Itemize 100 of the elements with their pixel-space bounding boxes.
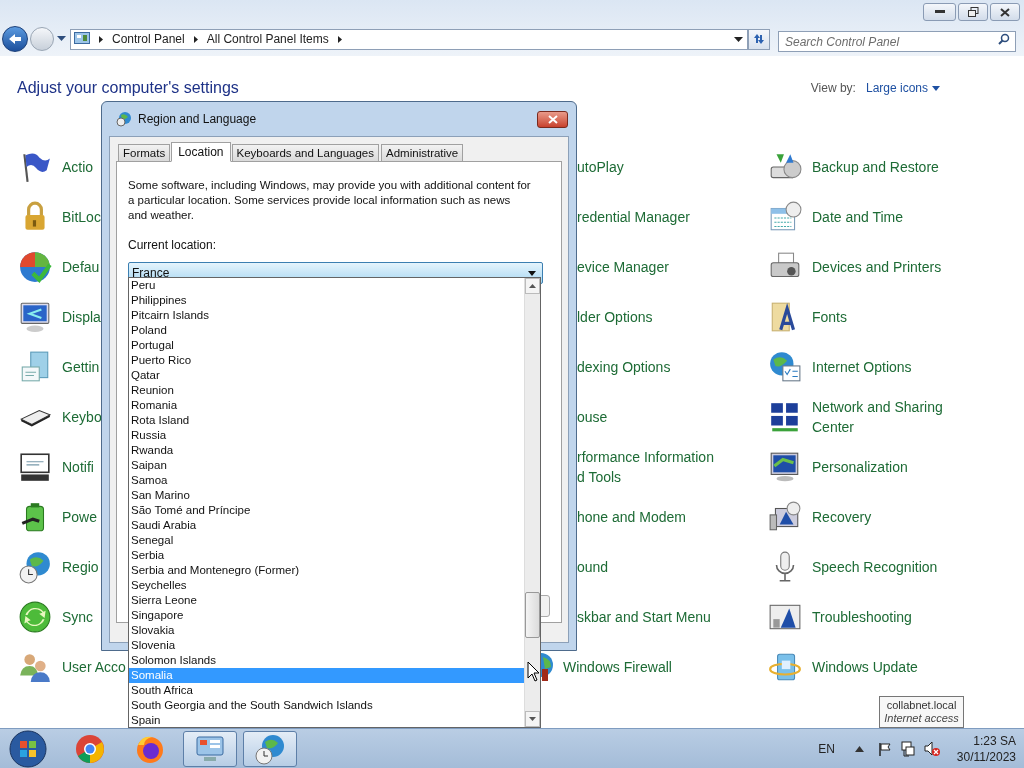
control-panel-link[interactable]: Windows Firewall	[563, 657, 672, 677]
location-option[interactable]: São Tomé and Príncipe	[129, 503, 524, 518]
control-panel-link[interactable]: ound	[577, 557, 609, 577]
location-option[interactable]: Romania	[129, 398, 524, 413]
control-panel-link[interactable]: Regio	[62, 557, 99, 577]
control-panel-link[interactable]: Date and Time	[812, 207, 904, 227]
control-panel-link[interactable]: ouse	[577, 407, 608, 427]
globe-checklist-icon[interactable]	[768, 350, 802, 384]
start-button[interactable]	[9, 729, 47, 768]
location-option[interactable]: South Georgia and the South Sandwich Islands	[129, 698, 524, 713]
taskbar-app-button[interactable]	[183, 730, 237, 767]
control-panel-link[interactable]: Fonts	[812, 307, 847, 327]
dialog-close-button[interactable]	[537, 110, 568, 128]
control-panel-link[interactable]: Notifi	[62, 457, 94, 477]
breadcrumb-item[interactable]: All Control Panel Items	[206, 30, 329, 48]
control-panel-link[interactable]: rformance Information d Tools	[577, 447, 714, 487]
control-panel-link[interactable]: Windows Update	[812, 657, 918, 677]
location-option[interactable]: Solomon Islands	[129, 653, 524, 668]
clock-date[interactable]: 30/11/2023	[956, 748, 1016, 765]
clock-time[interactable]: 1:23 SA	[973, 732, 1016, 749]
control-panel-link[interactable]: Actio	[62, 157, 94, 177]
address-dropdown-icon[interactable]	[734, 36, 743, 42]
globe-check-icon[interactable]	[18, 250, 52, 284]
location-option[interactable]: Slovenia	[129, 638, 524, 653]
screen-icon[interactable]	[18, 450, 52, 484]
breadcrumb-arrow-icon[interactable]	[193, 35, 198, 43]
location-option[interactable]: Pitcairn Islands	[129, 308, 524, 323]
control-panel-link[interactable]: redential Manager	[577, 207, 690, 227]
location-option[interactable]: Saipan	[129, 458, 524, 473]
location-option[interactable]: Serbia	[129, 548, 524, 563]
location-option[interactable]: Russia	[129, 428, 524, 443]
control-panel-link[interactable]: Defau	[62, 257, 100, 277]
scroll-down-button[interactable]	[525, 711, 540, 727]
control-panel-link[interactable]: Speech Recognition	[812, 557, 938, 577]
control-panel-link[interactable]: Keybo	[62, 407, 102, 427]
breadcrumb-arrow-icon[interactable]	[99, 35, 103, 43]
control-panel-link[interactable]: utoPlay	[577, 157, 624, 177]
refresh-button[interactable]	[748, 28, 770, 50]
control-panel-link[interactable]: Personalization	[812, 457, 908, 477]
sync-icon[interactable]	[18, 600, 52, 634]
scroll-up-button[interactable]	[525, 278, 540, 294]
control-panel-link[interactable]: Gettin	[62, 357, 100, 377]
control-panel-link[interactable]: Troubleshooting	[812, 607, 912, 627]
control-panel-link[interactable]: skbar and Start Menu	[577, 607, 711, 627]
control-panel-link[interactable]: User Acco	[62, 657, 126, 677]
control-panel-link[interactable]: Devices and Printers	[812, 257, 942, 277]
language-indicator[interactable]: EN	[818, 739, 835, 758]
control-panel-link[interactable]: lder Options	[577, 307, 653, 327]
location-option[interactable]: Poland	[129, 323, 524, 338]
location-option[interactable]: Rota Island	[129, 413, 524, 428]
control-panel-link[interactable]: Network and Sharing Center	[812, 397, 943, 437]
location-option[interactable]: Samoa	[129, 473, 524, 488]
scrollbar[interactable]	[524, 278, 540, 727]
minimize-button[interactable]	[923, 3, 956, 21]
back-button[interactable]	[2, 26, 28, 52]
control-panel-link[interactable]: BitLoc	[62, 207, 101, 227]
show-hidden-icons-icon[interactable]	[855, 745, 864, 752]
control-panel-link[interactable]: hone and Modem	[577, 507, 686, 527]
location-option[interactable]: Saudi Arabia	[129, 518, 524, 533]
globe-clock-icon[interactable]	[18, 550, 52, 584]
control-panel-link[interactable]: Powe	[62, 507, 98, 527]
location-option[interactable]: Rwanda	[129, 443, 524, 458]
control-panel-link[interactable]: Internet Options	[812, 357, 912, 377]
location-option[interactable]: Sierra Leone	[129, 593, 524, 608]
monitor-icon[interactable]	[18, 300, 52, 334]
control-panel-link[interactable]: evice Manager	[577, 257, 669, 277]
address-bar[interactable]: Control Panel All Control Panel Items	[70, 28, 748, 50]
muted-speaker-icon[interactable]	[924, 740, 940, 757]
network-icon[interactable]	[901, 740, 915, 757]
scroll-thumb[interactable]	[525, 592, 540, 638]
dialog-tab[interactable]: Keyboards and Languages	[231, 144, 380, 161]
restore-button[interactable]	[958, 3, 988, 21]
control-panel-link[interactable]: dexing Options	[577, 357, 671, 377]
taskbar-app-button[interactable]	[243, 730, 297, 767]
location-option[interactable]: Serbia and Montenegro (Former)	[129, 563, 524, 578]
location-option[interactable]: Slovakia	[129, 623, 524, 638]
close-button[interactable]	[990, 3, 1020, 21]
search-field[interactable]: Search Control Panel	[778, 31, 1016, 52]
location-option[interactable]: Senegal	[129, 533, 524, 548]
location-option[interactable]: Qatar	[129, 368, 524, 383]
location-option[interactable]: San Marino	[129, 488, 524, 503]
location-option[interactable]: South Africa	[129, 683, 524, 698]
location-option[interactable]: Reunion	[129, 383, 524, 398]
location-option[interactable]: Singapore	[129, 608, 524, 623]
dialog-tab[interactable]: Formats	[118, 144, 171, 161]
flag-icon[interactable]	[878, 741, 892, 756]
location-option[interactable]: Puerto Rico	[129, 353, 524, 368]
control-panel-link[interactable]: Backup and Restore	[812, 157, 939, 177]
dialog-tab[interactable]: Location	[171, 142, 231, 162]
history-caret-icon[interactable]	[57, 36, 66, 42]
control-panel-link[interactable]: Displa	[62, 307, 101, 327]
view-by-link[interactable]: Large icons	[865, 79, 940, 97]
location-option[interactable]: Spain	[129, 713, 524, 728]
dialog-tab[interactable]: Administrative	[381, 144, 464, 161]
location-option[interactable]: Seychelles	[129, 578, 524, 593]
control-panel-link[interactable]: Sync	[62, 607, 94, 627]
control-panel-link[interactable]: Recovery	[812, 507, 872, 527]
breadcrumb-item[interactable]: Control Panel	[112, 30, 185, 48]
location-option[interactable]: Portugal	[129, 338, 524, 353]
breadcrumb-arrow-icon[interactable]	[337, 35, 342, 43]
